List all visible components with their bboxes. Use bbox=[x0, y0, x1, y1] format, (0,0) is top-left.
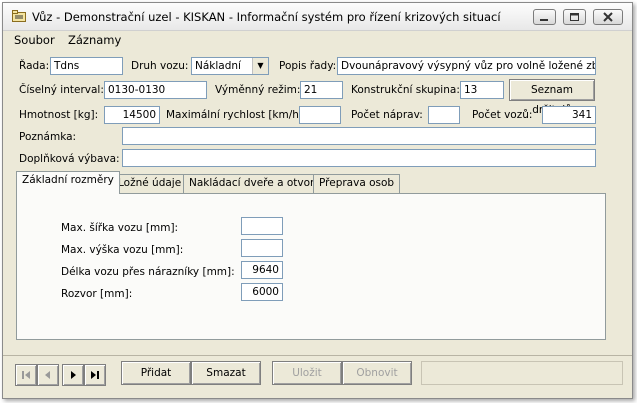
tab-preprava-osob[interactable]: Přeprava osob bbox=[313, 174, 401, 193]
first-record-button[interactable] bbox=[15, 364, 37, 386]
hmotnost-input[interactable]: 14500 bbox=[104, 106, 160, 124]
druh-vozu-value: Nákladní bbox=[195, 60, 241, 72]
rada-input[interactable]: Tdns bbox=[50, 57, 123, 75]
ulozit-button[interactable]: Uložit bbox=[272, 361, 342, 385]
tab-panel-zakladni-rozmery: Max. šířka vozu [mm]: Max. výška vozu [m… bbox=[16, 193, 606, 340]
close-button[interactable] bbox=[593, 9, 623, 25]
first-record-icon bbox=[22, 371, 30, 379]
delka-label: Délka vozu přes nárazníky [mm]: bbox=[61, 266, 235, 278]
popis-rady-label: Popis řady: bbox=[279, 60, 337, 72]
pocet-vozu-input[interactable]: 341 bbox=[542, 106, 596, 124]
last-record-icon bbox=[91, 371, 99, 379]
seznam-drzitelu-button[interactable]: Seznam držitelů bbox=[509, 79, 595, 116]
max-sirka-label: Max. šířka vozu [mm]: bbox=[61, 222, 179, 234]
max-sirka-input[interactable] bbox=[241, 217, 283, 235]
popis-rady-input[interactable]: Dvounápravový výsypný vůz pro volně lože… bbox=[337, 57, 596, 75]
close-icon bbox=[603, 12, 613, 22]
konstrukcni-skupina-label: Konstrukční skupina: bbox=[351, 84, 460, 96]
pocet-vozu-label: Počet vozů: bbox=[472, 109, 533, 121]
konstrukcni-skupina-input[interactable]: 13 bbox=[460, 81, 504, 99]
prev-record-button[interactable] bbox=[37, 364, 59, 386]
next-record-icon bbox=[71, 371, 76, 379]
max-vyska-input[interactable] bbox=[241, 239, 283, 257]
folder-icon bbox=[12, 10, 26, 22]
rada-label: Řada: bbox=[19, 60, 50, 72]
doplnkova-vybava-label: Doplňková výbava: bbox=[19, 153, 120, 165]
hmotnost-label: Hmotnost [kg]: bbox=[19, 109, 99, 121]
maximize-button[interactable] bbox=[563, 9, 586, 25]
last-record-button[interactable] bbox=[84, 364, 106, 386]
menu-soubor[interactable]: Soubor bbox=[14, 33, 55, 47]
menu-zaznamy[interactable]: Záznamy bbox=[68, 33, 121, 47]
status-area bbox=[421, 361, 623, 385]
pridat-button[interactable]: Přidat bbox=[121, 361, 191, 385]
max-vyska-label: Max. výška vozu [mm]: bbox=[61, 244, 184, 256]
poznamka-label: Poznámka: bbox=[19, 131, 77, 143]
main-window: Vůz - Demonstrační uzel - KISKAN - Infor… bbox=[2, 2, 633, 399]
tab-nakladaci-dvere[interactable]: Nakládací dveře a otvory bbox=[183, 174, 327, 193]
maximize-icon bbox=[570, 13, 579, 21]
ciselny-interval-label: Číselný interval: bbox=[19, 84, 104, 96]
pocet-naprav-label: Počet náprav: bbox=[351, 109, 423, 121]
druh-vozu-label: Druh vozu: bbox=[131, 60, 189, 72]
vymenny-rezim-label: Výměnný režim: bbox=[215, 84, 301, 96]
menu-bar: Soubor Záznamy bbox=[3, 31, 632, 48]
vymenny-rezim-input[interactable]: 21 bbox=[300, 81, 343, 99]
pocet-naprav-input[interactable] bbox=[428, 106, 460, 124]
tab-zakladni-rozmery[interactable]: Základní rozměry bbox=[16, 171, 120, 194]
minimize-button[interactable] bbox=[533, 9, 556, 25]
ciselny-interval-input[interactable]: 0130-0130 bbox=[104, 81, 207, 99]
poznamka-input[interactable] bbox=[122, 127, 596, 145]
chevron-down-icon[interactable]: ▼ bbox=[252, 58, 268, 74]
smazat-button[interactable]: Smazat bbox=[191, 361, 261, 385]
druh-vozu-select[interactable]: Nákladní ▼ bbox=[191, 57, 269, 75]
rozvor-label: Rozvor [mm]: bbox=[61, 288, 133, 300]
bottom-divider bbox=[3, 355, 632, 356]
prev-record-icon bbox=[45, 371, 50, 379]
rozvor-input[interactable]: 6000 bbox=[241, 283, 283, 301]
delka-input[interactable]: 9640 bbox=[241, 261, 283, 279]
next-record-button[interactable] bbox=[62, 364, 84, 386]
title-bar[interactable]: Vůz - Demonstrační uzel - KISKAN - Infor… bbox=[3, 3, 632, 31]
window-title: Vůz - Demonstrační uzel - KISKAN - Infor… bbox=[32, 10, 501, 24]
doplnkova-vybava-input[interactable] bbox=[122, 149, 596, 167]
max-rychlost-input[interactable] bbox=[299, 106, 341, 124]
obnovit-button[interactable]: Obnovit bbox=[342, 361, 412, 385]
tab-lozne-udaje[interactable]: Ložné údaje bbox=[112, 174, 188, 193]
max-rychlost-label: Maximální rychlost [km/h]: bbox=[166, 109, 307, 121]
minimize-icon bbox=[540, 19, 548, 21]
